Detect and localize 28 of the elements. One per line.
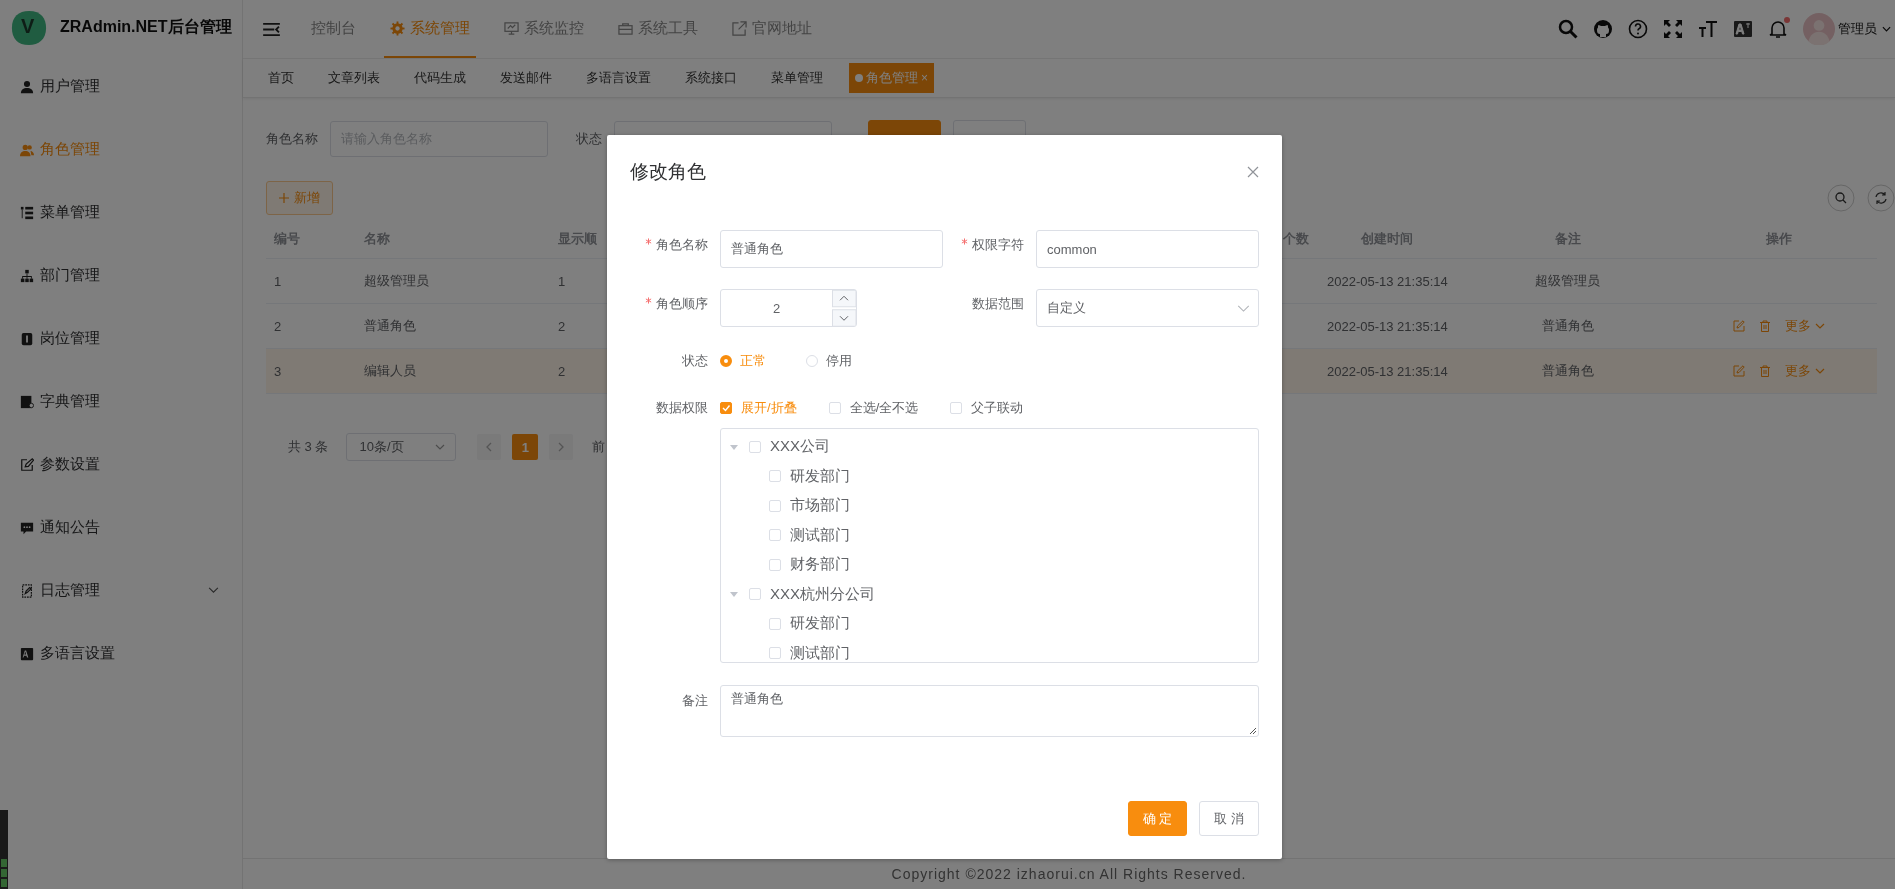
table-cell-text: 3 [273,363,283,379]
jump-label: 前 [592,438,606,456]
field-label: 角色名称 [627,230,720,268]
copyright-text: Copyright ©2022 izhaorui.cn All Rights Reserved. [891,866,1247,882]
table-cell-text: 普通角色 [1540,317,1595,335]
field-label: 状态 [576,130,602,148]
table-cell-text: 2022-05-13 21:35:14 [1326,363,1449,379]
total-count: 共 3 条 [288,438,329,456]
table-cell-text: 超级管理员 [363,272,430,290]
table-cell-text: 编辑人员 [363,362,417,380]
field-label: 备注 [681,692,709,710]
table-cell-text: 普通角色 [363,317,417,335]
table-cell-text: 超级管理员 [1534,272,1601,290]
table-cell-text: 1 [557,273,567,289]
app-title: ZRAdmin.NET后台管理 [60,17,232,37]
table-cell-text: 2022-05-13 21:35:14 [1326,273,1449,289]
table-cell-text: 2 [273,318,283,334]
field-label: 权限字符 [943,230,1036,268]
field-label: 数据权限 [655,399,709,417]
logo-letter: V [21,15,35,38]
dialog-title: 修改角色 [630,160,706,184]
table-cell-text: 2 [557,363,567,379]
field-label: 角色名称 [266,130,318,148]
table-cell-text: 2 [557,318,567,334]
field-label: 状态 [681,352,709,370]
table-cell-text: 1 [273,273,283,289]
table-cell-text: 普通角色 [1540,362,1595,380]
table-cell-text: 2022-05-13 21:35:14 [1326,318,1449,334]
